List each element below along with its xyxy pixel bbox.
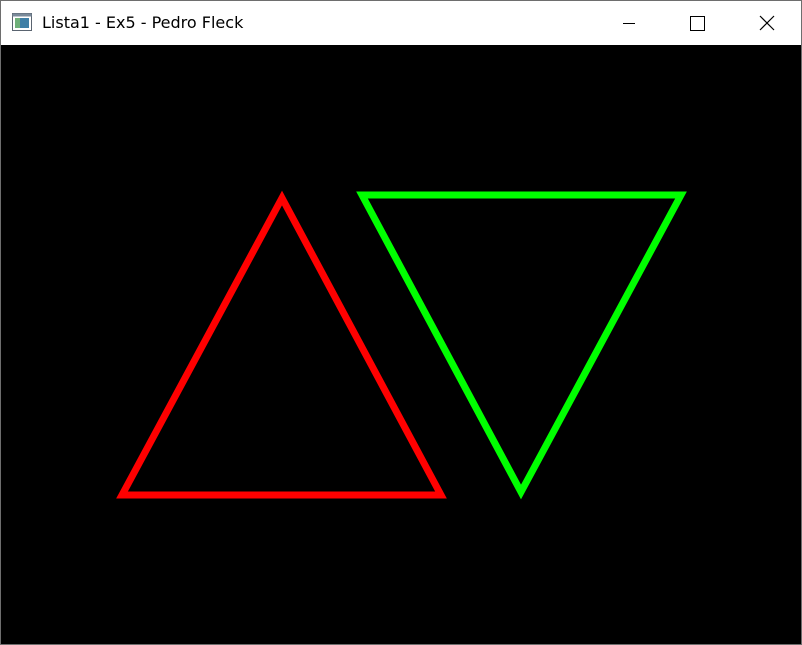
close-button[interactable] bbox=[743, 1, 789, 45]
green-triangle bbox=[356, 191, 687, 500]
app-window: Lista1 - Ex5 - Pedro Fleck bbox=[0, 0, 802, 645]
minimize-icon bbox=[623, 23, 635, 24]
title-bar[interactable]: Lista1 - Ex5 - Pedro Fleck bbox=[1, 1, 801, 45]
window-title: Lista1 - Ex5 - Pedro Fleck bbox=[42, 13, 244, 32]
app-window-icon bbox=[12, 13, 32, 31]
drawing-canvas bbox=[1, 45, 801, 644]
minimize-button[interactable] bbox=[605, 1, 651, 45]
maximize-button[interactable] bbox=[674, 1, 720, 45]
maximize-icon bbox=[690, 16, 705, 31]
red-triangle bbox=[116, 190, 447, 499]
close-icon bbox=[759, 15, 775, 31]
